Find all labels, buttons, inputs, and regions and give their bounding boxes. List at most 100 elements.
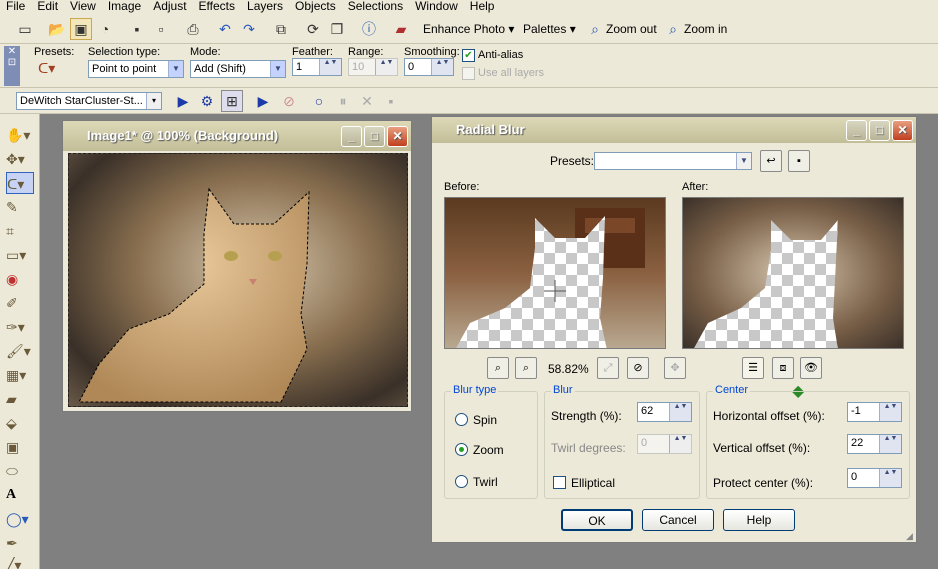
palette-handle[interactable]: ✕ ⊡ — [4, 46, 20, 86]
spin-radio[interactable] — [455, 413, 468, 426]
spinner-icon[interactable]: ▲▼ — [879, 435, 901, 453]
eye-preview-icon[interactable]: 👁 — [800, 357, 822, 379]
open-folder-icon[interactable]: 📂 — [46, 18, 68, 40]
paint-brush-icon[interactable]: 🖌▾ — [6, 340, 34, 362]
redo-icon[interactable]: ↷ — [238, 18, 260, 40]
fill-tool-icon[interactable]: ▦▾ — [6, 364, 34, 386]
image-canvas[interactable] — [68, 153, 408, 407]
blur-group: Blur Strength (%): 62 ▲▼ Twirl degrees: 0… — [544, 384, 700, 499]
interactive-script-icon[interactable]: ⊞ — [221, 90, 243, 112]
zoom-in-icon[interactable]: ⌕ — [662, 18, 684, 40]
enhance-photo-icon[interactable]: ▰ — [390, 18, 412, 40]
save-icon[interactable]: ▪ — [126, 18, 148, 40]
horizontal-offset-field[interactable]: -1 ▲▼ — [847, 402, 902, 422]
menu-file[interactable]: File — [0, 0, 31, 14]
menu-adjust[interactable]: Adjust — [147, 0, 192, 14]
refresh-icon[interactable]: ⟳ — [302, 18, 324, 40]
print-icon[interactable]: ⎙ — [182, 18, 204, 40]
randomize-icon[interactable]: ⧈ — [772, 357, 794, 379]
selection-type-select[interactable]: Point to point ▼ — [88, 60, 184, 78]
proof-icon[interactable]: ⊘ — [627, 357, 649, 379]
maximize-button[interactable]: □ — [364, 126, 385, 147]
spinner-icon[interactable]: ▲▼ — [879, 469, 901, 487]
picture-tube-icon[interactable]: ⬭ — [6, 460, 34, 482]
menu-objects[interactable]: Objects — [289, 0, 342, 14]
use-all-layers-checkbox — [462, 67, 475, 80]
before-preview[interactable] — [444, 197, 666, 349]
record-icon[interactable]: ○ — [308, 90, 330, 112]
makeover-tool-icon[interactable]: ✑▾ — [6, 316, 34, 338]
reset-preset-icon[interactable]: ↩ — [760, 150, 782, 172]
pan-tool-icon[interactable]: ✋▾ — [6, 124, 34, 146]
run-script-icon[interactable]: ▶ — [172, 90, 194, 112]
resize-grip-icon[interactable]: ◢ — [906, 531, 913, 542]
menu-layers[interactable]: Layers — [241, 0, 289, 14]
eraser-tool-icon[interactable]: ▰ — [6, 388, 34, 410]
enhance-photo-button[interactable]: Enhance Photo ▾ — [423, 22, 514, 36]
menu-window[interactable]: Window — [409, 0, 464, 14]
freehand-selection-tool-icon[interactable]: ᑕ▾ — [6, 172, 34, 194]
protect-center-field[interactable]: 0 ▲▼ — [847, 468, 902, 488]
layers-icon[interactable]: ❐ — [326, 18, 348, 40]
mode-select[interactable]: Add (Shift) ▼ — [190, 60, 286, 78]
zoom-out-button[interactable]: Zoom out — [606, 22, 657, 36]
spinner-icon[interactable]: ▲▼ — [669, 403, 691, 421]
red-eye-tool-icon[interactable]: ◉ — [6, 268, 34, 290]
zoom-out-icon[interactable]: ⌕ — [584, 18, 606, 40]
zoom-in-button[interactable]: Zoom in — [684, 22, 727, 36]
retouch-tool-icon[interactable]: ⬙ — [6, 412, 34, 434]
warp-tool-icon[interactable]: ╱▾ — [6, 554, 34, 569]
minimize-button[interactable]: _ — [341, 126, 362, 147]
menu-edit[interactable]: Edit — [31, 0, 64, 14]
dialog-maximize-button[interactable]: □ — [869, 120, 890, 141]
save-as-icon[interactable]: ▫ — [150, 18, 172, 40]
menu-help[interactable]: Help — [464, 0, 501, 14]
antialias-checkbox[interactable]: ✔ — [462, 49, 475, 62]
smoothing-field[interactable]: 0 ▲▼ — [404, 58, 454, 76]
menu-effects[interactable]: Effects — [193, 0, 241, 14]
close-button[interactable]: ✕ — [387, 126, 408, 147]
spinner-icon[interactable]: ▲▼ — [319, 59, 341, 75]
zoom-radio[interactable] — [455, 443, 468, 456]
feather-field[interactable]: 1 ▲▼ — [292, 58, 342, 76]
dialog-minimize-button[interactable]: _ — [846, 120, 867, 141]
crop-tool-icon[interactable]: ⌗ — [6, 220, 34, 242]
new-file-icon[interactable]: ▭ — [14, 18, 36, 40]
pen-tool-icon[interactable]: ✒ — [6, 532, 34, 554]
clone-tool-icon[interactable]: ✐ — [6, 292, 34, 314]
palettes-button[interactable]: Palettes ▾ — [523, 22, 576, 36]
twirl-radio[interactable] — [455, 475, 468, 488]
dropper-tool-icon[interactable]: ✎ — [6, 196, 34, 218]
presets-select[interactable]: ▼ — [594, 152, 752, 170]
start-recording-icon[interactable]: ▶ — [252, 90, 274, 112]
crop-resize-icon[interactable]: ⧉ — [270, 18, 292, 40]
cancel-button[interactable]: Cancel — [642, 509, 714, 531]
shape-tool-icon[interactable]: ▣ — [6, 436, 34, 458]
zoom-out-preview-icon[interactable]: ⌕ — [487, 357, 509, 379]
strength-field[interactable]: 62 ▲▼ — [637, 402, 692, 422]
scan-icon[interactable]: ◔ — [94, 18, 116, 40]
vertical-offset-field[interactable]: 22 ▲▼ — [847, 434, 902, 454]
info-icon[interactable]: ⓘ — [358, 18, 380, 40]
ok-button[interactable]: OK — [561, 509, 633, 531]
straighten-tool-icon[interactable]: ▭▾ — [6, 244, 34, 266]
zoom-in-preview-icon[interactable]: ⌕ — [515, 357, 537, 379]
dialog-close-button[interactable]: ✕ — [892, 120, 913, 141]
spinner-icon[interactable]: ▲▼ — [879, 403, 901, 421]
edit-script-icon[interactable]: ⚙ — [196, 90, 218, 112]
preview-layout-icon[interactable]: ☰ — [742, 357, 764, 379]
preset-shape-icon[interactable]: ◯▾ — [6, 508, 34, 530]
freehand-selection-icon[interactable]: ᑕ▾ — [38, 60, 55, 77]
elliptical-checkbox[interactable] — [553, 476, 566, 489]
menu-view[interactable]: View — [64, 0, 102, 14]
undo-icon[interactable]: ↶ — [214, 18, 236, 40]
help-button[interactable]: Help — [723, 509, 795, 531]
spinner-icon[interactable]: ▲▼ — [431, 59, 453, 75]
menu-selections[interactable]: Selections — [342, 0, 409, 14]
text-tool-icon[interactable]: A — [6, 484, 34, 506]
script-select[interactable]: DeWitch StarCluster-St... ▾ — [16, 92, 162, 110]
move-tool-icon[interactable]: ✥▾ — [6, 148, 34, 170]
menu-image[interactable]: Image — [102, 0, 147, 14]
browse-icon[interactable]: ▣ — [70, 18, 92, 40]
save-preset-icon[interactable]: ▪ — [788, 150, 810, 172]
